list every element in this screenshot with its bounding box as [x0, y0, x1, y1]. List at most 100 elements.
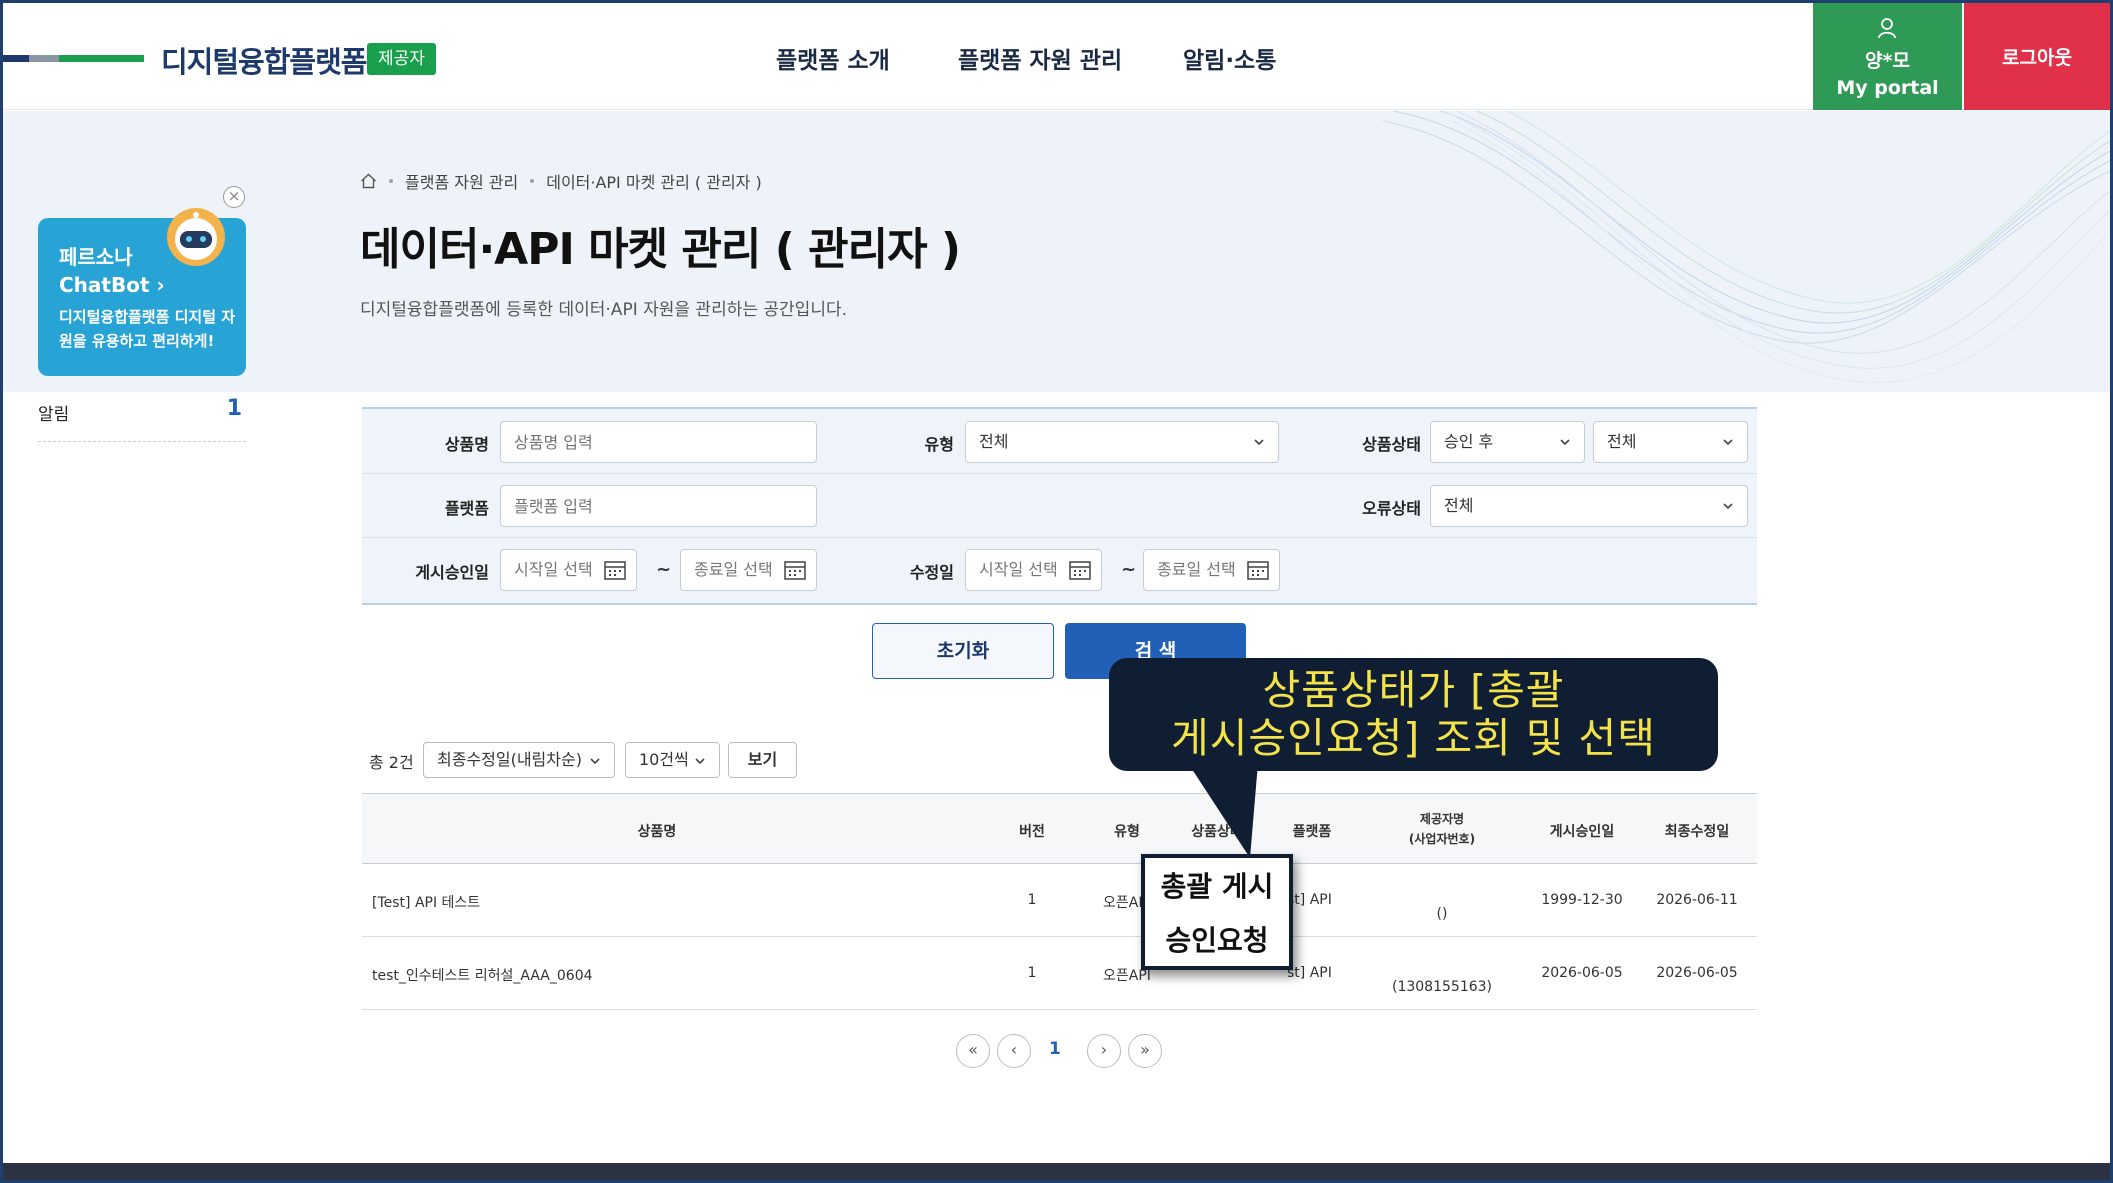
col-version: 버전: [1019, 824, 1045, 840]
modified-end-date[interactable]: 종료일 선택: [1143, 549, 1280, 591]
logout-button[interactable]: 로그아웃: [1964, 3, 2110, 110]
page-description: 디지털융합플랫폼에 등록한 데이터·API 자원을 관리하는 공간입니다.: [360, 300, 848, 320]
col-modified-date: 최종수정일: [1664, 824, 1730, 840]
platform-input[interactable]: [500, 485, 817, 527]
chevron-down-icon: [1723, 503, 1733, 510]
post-approval-start-date[interactable]: 시작일 선택: [500, 549, 637, 591]
cell-modified-date: 2026-06-05: [1656, 965, 1738, 981]
logo-stripe: [3, 55, 29, 62]
status-zoom-line: 승인요청: [1165, 924, 1269, 957]
breadcrumb-separator: [389, 179, 393, 183]
chevron-down-icon: [695, 758, 705, 765]
table-row[interactable]: [Test] API 테스트 1 오픈API st] API () 1999-1…: [362, 864, 1757, 937]
sort-select[interactable]: 최종수정일(내림차순): [423, 742, 615, 778]
current-page[interactable]: 1: [1049, 1039, 1061, 1059]
type-select[interactable]: 전체: [965, 421, 1279, 463]
wave-decoration: [1382, 111, 2110, 383]
chatbot-name: 페르소나 ChatBot ›: [59, 243, 165, 299]
nav-platform-intro[interactable]: 플랫폼 소개: [776, 41, 890, 75]
chevron-down-icon: [1254, 439, 1264, 446]
table-row[interactable]: test_인수테스트 리허설_AAA_0604 1 오픈API st] API …: [362, 937, 1757, 1010]
platform-label: 플랫폼: [444, 499, 489, 518]
table-header: 상품명 버전 유형 상품상태 플랫폼 제공자명 (사업자번호) 게시승인일 최종…: [362, 793, 1757, 864]
post-approval-date-label: 게시승인일: [415, 563, 489, 582]
chatbot-name-line: ChatBot ›: [59, 273, 165, 297]
reset-button[interactable]: 초기화: [872, 623, 1054, 679]
prev-page-button[interactable]: ‹: [997, 1034, 1031, 1068]
error-status-label: 오류상태: [1362, 499, 1421, 518]
cell-approved-date: 2026-06-05: [1541, 965, 1623, 981]
callout-pointer: [1188, 763, 1258, 858]
callout-line: 상품상태가 [총괄: [1262, 666, 1565, 714]
product-status-select[interactable]: 승인 후: [1430, 421, 1585, 463]
status-zoom-line: 총괄 게시: [1160, 870, 1274, 903]
chatbot-close-icon[interactable]: ×: [223, 186, 245, 208]
row-divider: [362, 473, 1757, 474]
header: 디지털융합플랫폼 제공자 플랫폼 소개 플랫폼 자원 관리 알림·소통 양*모 …: [3, 3, 2110, 110]
cell-provider: (1308155163): [1392, 979, 1492, 995]
post-approval-end-date[interactable]: 종료일 선택: [680, 549, 817, 591]
cell-platform: st] API: [1287, 892, 1332, 908]
type-label: 유형: [924, 435, 954, 454]
product-name-input[interactable]: [500, 421, 817, 463]
page-size-select[interactable]: 10건씩: [625, 742, 720, 778]
search-form: 상품명 유형 전체 상품상태 승인 후 전체 플랫폼 오류상태 전체 게시승인일…: [362, 407, 1757, 605]
row-divider: [362, 537, 1757, 538]
next-page-button[interactable]: ›: [1087, 1034, 1121, 1068]
cell-modified-date: 2026-06-11: [1656, 892, 1738, 908]
calendar-icon: [1247, 561, 1269, 580]
notice-count: 1: [226, 396, 242, 421]
type-select-value: 전체: [979, 432, 1009, 451]
robot-avatar-icon: [167, 208, 225, 266]
date-range-separator: ~: [656, 559, 672, 580]
my-portal-button[interactable]: 양*모 My portal: [1813, 3, 1962, 110]
chatbot-name-line: 페르소나: [59, 245, 133, 269]
date-range-separator: ~: [1121, 559, 1137, 580]
last-page-button[interactable]: »: [1128, 1034, 1162, 1068]
breadcrumb-item[interactable]: 데이터·API 마켓 관리 ( 관리자 ): [546, 169, 762, 193]
product-status-value: 승인 후: [1444, 432, 1494, 451]
first-page-button[interactable]: «: [956, 1034, 990, 1068]
notice-summary[interactable]: 알림 1: [38, 396, 246, 442]
product-status-detail-value: 전체: [1607, 432, 1637, 451]
col-type: 유형: [1114, 824, 1140, 840]
page-title: 데이터·API 마켓 관리 ( 관리자 ): [360, 224, 961, 275]
calendar-icon: [784, 561, 806, 580]
cell-version: 1: [1027, 892, 1037, 908]
cell-product-name[interactable]: test_인수테스트 리허설_AAA_0604: [372, 965, 593, 985]
nav-resource-management[interactable]: 플랫폼 자원 관리: [958, 41, 1122, 75]
product-name-label: 상품명: [444, 435, 489, 454]
error-status-select[interactable]: 전체: [1430, 485, 1748, 527]
col-product-name: 상품명: [637, 824, 677, 840]
sort-select-value: 최종수정일(내림차순): [437, 750, 582, 769]
annotation-callout: 상품상태가 [총괄 게시승인요청] 조회 및 선택: [1109, 658, 1718, 771]
breadcrumb-item[interactable]: 플랫폼 자원 관리: [405, 169, 518, 193]
col-platform: 플랫폼: [1292, 824, 1332, 840]
product-status-label: 상품상태: [1362, 435, 1421, 454]
cell-product-name[interactable]: [Test] API 테스트: [372, 892, 480, 912]
chatbot-widget[interactable]: 페르소나 ChatBot › 디지털융합플랫폼 디지털 자원을 유용하고 편리하…: [38, 208, 246, 376]
home-icon[interactable]: [360, 173, 377, 189]
nav-notice-communication[interactable]: 알림·소통: [1183, 41, 1276, 75]
modified-start-date[interactable]: 시작일 선택: [965, 549, 1102, 591]
site-logo[interactable]: 디지털융합플랫폼: [161, 39, 367, 81]
view-button[interactable]: 보기: [728, 742, 797, 778]
date-placeholder: 시작일 선택: [514, 560, 593, 579]
status-zoom-box: 총괄 게시 승인요청: [1141, 854, 1293, 970]
page-banner: [3, 111, 2110, 392]
breadcrumb-separator: [530, 179, 535, 183]
chatbot-description: 디지털융합플랫폼 디지털 자원을 유용하고 편리하게!: [59, 308, 236, 350]
total-count: 총 2건: [369, 753, 414, 772]
user-name: 양*모: [1865, 50, 1910, 72]
cell-approved-date: 1999-12-30: [1541, 892, 1623, 908]
col-provider-line: (사업자번호): [1408, 832, 1476, 846]
product-status-detail-select[interactable]: 전체: [1593, 421, 1748, 463]
logo-stripe: [59, 55, 144, 62]
date-placeholder: 종료일 선택: [1157, 560, 1236, 579]
portal-label: My portal: [1836, 77, 1939, 99]
date-placeholder: 종료일 선택: [694, 560, 773, 579]
cell-provider: (): [1436, 906, 1448, 922]
footer-bar: [3, 1163, 2110, 1180]
cell-version: 1: [1027, 965, 1037, 981]
logo-stripe: [29, 55, 59, 62]
